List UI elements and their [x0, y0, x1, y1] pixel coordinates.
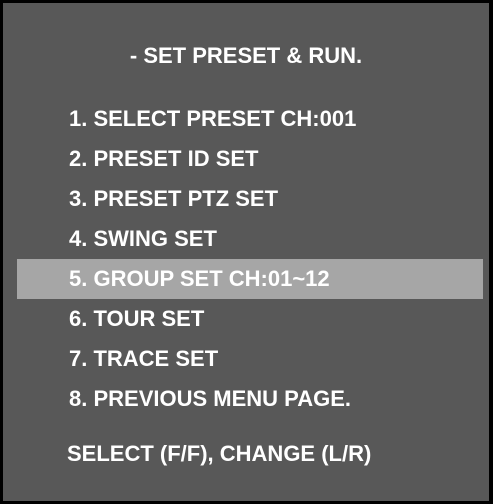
- menu-item-swing-set[interactable]: 4. SWING SET: [17, 219, 483, 259]
- menu-title: - SET PRESET & RUN.: [129, 43, 363, 68]
- menu-item-preset-id-set[interactable]: 2. PRESET ID SET: [17, 139, 483, 179]
- menu-item-preset-ptz-set[interactable]: 3. PRESET PTZ SET: [17, 179, 483, 219]
- menu-item-group-set[interactable]: 5. GROUP SET CH:01~12: [17, 259, 483, 299]
- menu-item-tour-set[interactable]: 6. TOUR SET: [17, 299, 483, 339]
- osd-menu-screen: - SET PRESET & RUN. 1. SELECT PRESET CH:…: [0, 0, 493, 504]
- menu-item-select-preset[interactable]: 1. SELECT PRESET CH:001: [17, 99, 483, 139]
- menu-list: 1. SELECT PRESET CH:001 2. PRESET ID SET…: [17, 99, 483, 419]
- menu-item-previous-menu-page[interactable]: 8. PREVIOUS MENU PAGE.: [17, 379, 483, 419]
- menu-help-text: SELECT (F/F), CHANGE (L/R): [67, 441, 372, 466]
- menu-item-trace-set[interactable]: 7. TRACE SET: [17, 339, 483, 379]
